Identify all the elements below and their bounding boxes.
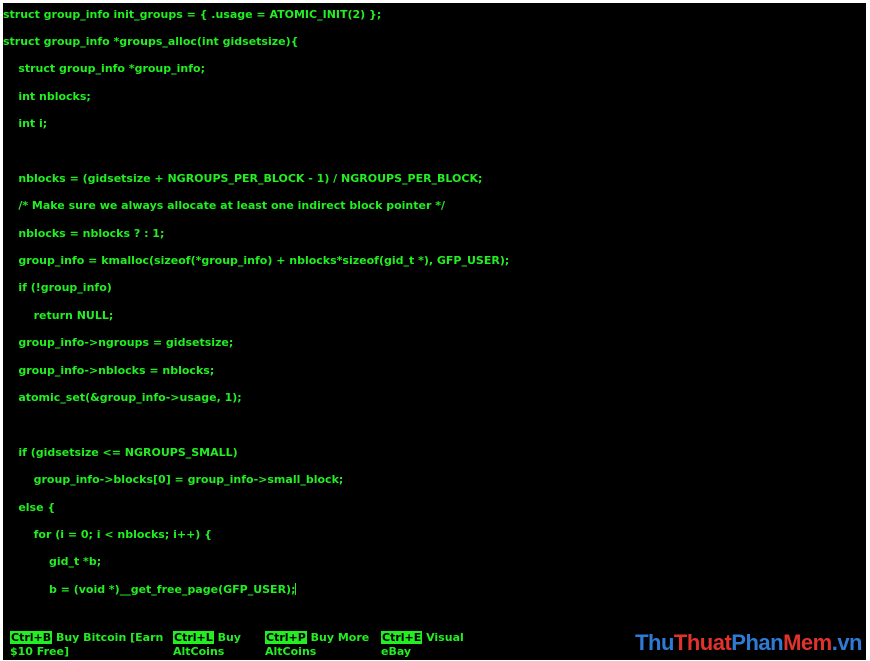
shortcut-label-line2: AltCoins <box>173 645 225 658</box>
code-line: group_info->nblocks = nblocks; <box>3 364 215 377</box>
code-line: struct group_info init_groups = { .usage… <box>3 8 382 21</box>
shortcut-visual-ebay[interactable]: Ctrl+E Visual eBay <box>381 631 464 659</box>
shortcut-buy-more-altcoins[interactable]: Ctrl+P Buy More AltCoins <box>265 631 369 659</box>
watermark-logo: ThuThuatPhanMem.vn <box>635 630 862 656</box>
code-line: else { <box>3 501 56 514</box>
code-line-current: b = (void *)__get_free_page(GFP_USER); <box>3 582 297 598</box>
shortcut-label-line2: eBay <box>381 645 412 658</box>
shortcut-key: Ctrl+E <box>381 631 423 644</box>
terminal-window[interactable]: struct group_info init_groups = { .usage… <box>3 3 866 660</box>
watermark-part: Mem <box>783 630 832 655</box>
shortcut-label: Buy <box>213 631 241 644</box>
code-line: if (gidsetsize <= NGROUPS_SMALL) <box>3 446 238 459</box>
shortcut-label-line2: $10 Free] <box>10 645 69 658</box>
code-line: struct group_info *group_info; <box>3 62 205 75</box>
watermark-part: .vn <box>831 630 863 655</box>
code-line: int i; <box>3 117 48 130</box>
shortcut-label: Buy More <box>306 631 370 644</box>
shortcut-buy-bitcoin[interactable]: Ctrl+B Buy Bitcoin [Earn $10 Free] <box>10 631 163 659</box>
code-line: gid_t *b; <box>3 555 102 568</box>
shortcut-key: Ctrl+P <box>265 631 307 644</box>
code-line: if (!group_info) <box>3 281 112 294</box>
watermark-part: Thu <box>635 630 674 655</box>
code-line: int nblocks; <box>3 90 91 103</box>
code-line: struct group_info *groups_alloc(int gids… <box>3 35 299 48</box>
code-line: atomic_set(&group_info->usage, 1); <box>3 391 242 404</box>
code-line: nblocks = nblocks ? : 1; <box>3 227 165 240</box>
code-line: group_info->ngroups = gidsetsize; <box>3 336 234 349</box>
shortcut-buy-altcoins[interactable]: Ctrl+L Buy AltCoins <box>173 631 241 659</box>
code-line: group_info = kmalloc(sizeof(*group_info)… <box>3 254 510 267</box>
shortcut-key: Ctrl+B <box>10 631 53 644</box>
shortcut-label: Buy Bitcoin [Earn <box>52 631 164 644</box>
code-line: return NULL; <box>3 309 114 322</box>
code-line: for (i = 0; i < nblocks; i++) { <box>3 528 212 541</box>
code-line: group_info->blocks[0] = group_info->smal… <box>3 473 344 486</box>
code-line: /* Make sure we always allocate at least… <box>3 199 446 212</box>
code-line-text: b = (void *)__get_free_page(GFP_USER); <box>3 583 296 596</box>
shortcut-label: Visual <box>422 631 464 644</box>
watermark-part: Thuat <box>673 630 732 655</box>
code-line: nblocks = (gidsetsize + NGROUPS_PER_BLOC… <box>3 172 483 185</box>
text-cursor <box>295 583 297 595</box>
shortcut-key: Ctrl+L <box>173 631 214 644</box>
watermark-part: Phan <box>731 630 784 655</box>
shortcut-label-line2: AltCoins <box>265 645 317 658</box>
